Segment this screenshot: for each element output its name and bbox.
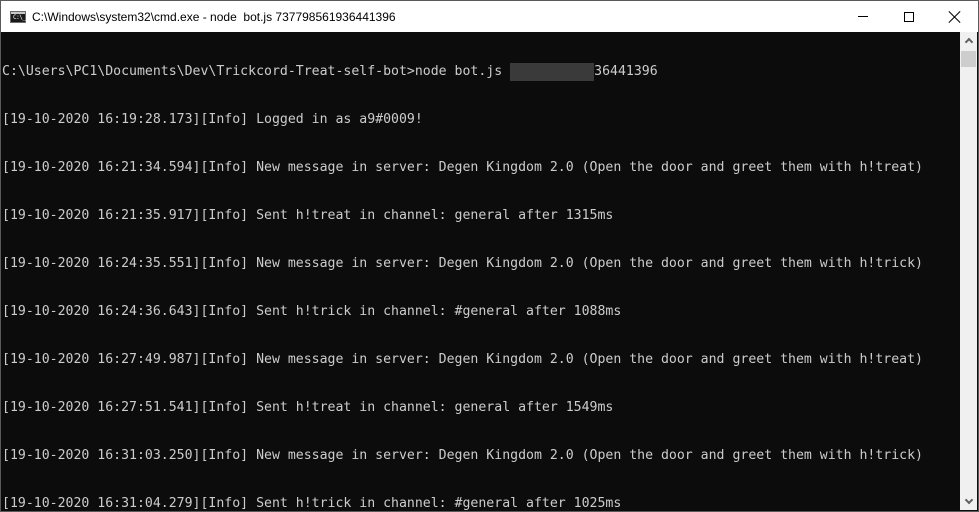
close-icon <box>949 11 961 23</box>
chevron-up-icon <box>964 37 973 47</box>
close-button[interactable] <box>932 1 978 32</box>
scroll-up-button[interactable] <box>960 32 977 49</box>
log-line: [19-10-2020 16:21:34.594][Info] New mess… <box>2 160 923 175</box>
argument-suffix: 36441396 <box>594 64 658 79</box>
redacted-argument <box>510 63 595 81</box>
log-line: [19-10-2020 16:31:04.279][Info] Sent h!t… <box>2 496 622 511</box>
log-line: [19-10-2020 16:27:51.541][Info] Sent h!t… <box>2 400 614 415</box>
log-line: [19-10-2020 16:31:03.250][Info] New mess… <box>2 448 923 463</box>
title-bar[interactable]: C:\_ C:\Windows\system32\cmd.exe - node … <box>1 1 978 32</box>
minimize-button[interactable] <box>840 1 886 32</box>
log-line: [19-10-2020 16:24:35.551][Info] New mess… <box>2 256 923 271</box>
maximize-button[interactable] <box>886 1 932 32</box>
log-line: [19-10-2020 16:27:49.987][Info] New mess… <box>2 352 923 367</box>
window-title: C:\Windows\system32\cmd.exe - node bot.j… <box>32 9 396 24</box>
scroll-thumb[interactable] <box>961 51 976 67</box>
command-line: C:\Users\PC1\Documents\Dev\Trickcord-Tre… <box>2 63 963 81</box>
log-line: [19-10-2020 16:24:36.643][Info] Sent h!t… <box>2 304 622 319</box>
cmd-icon[interactable]: C:\_ <box>10 10 26 23</box>
command-prompt: C:\Users\PC1\Documents\Dev\Trickcord-Tre… <box>2 64 511 79</box>
cmd-window: C:\_ C:\Windows\system32\cmd.exe - node … <box>0 0 979 512</box>
cmd-icon-glyph: C:\_ <box>13 13 26 21</box>
console-output[interactable]: C:\Users\PC1\Documents\Dev\Trickcord-Tre… <box>1 32 963 511</box>
scroll-down-button[interactable] <box>960 493 977 510</box>
vertical-scrollbar[interactable] <box>960 32 977 510</box>
minimize-icon <box>858 16 868 17</box>
log-line: [19-10-2020 16:21:35.917][Info] Sent h!t… <box>2 208 614 223</box>
maximize-icon <box>904 11 914 22</box>
chevron-down-icon <box>964 495 973 505</box>
window-controls <box>840 1 978 32</box>
log-line: [19-10-2020 16:19:28.173][Info] Logged i… <box>2 112 423 127</box>
